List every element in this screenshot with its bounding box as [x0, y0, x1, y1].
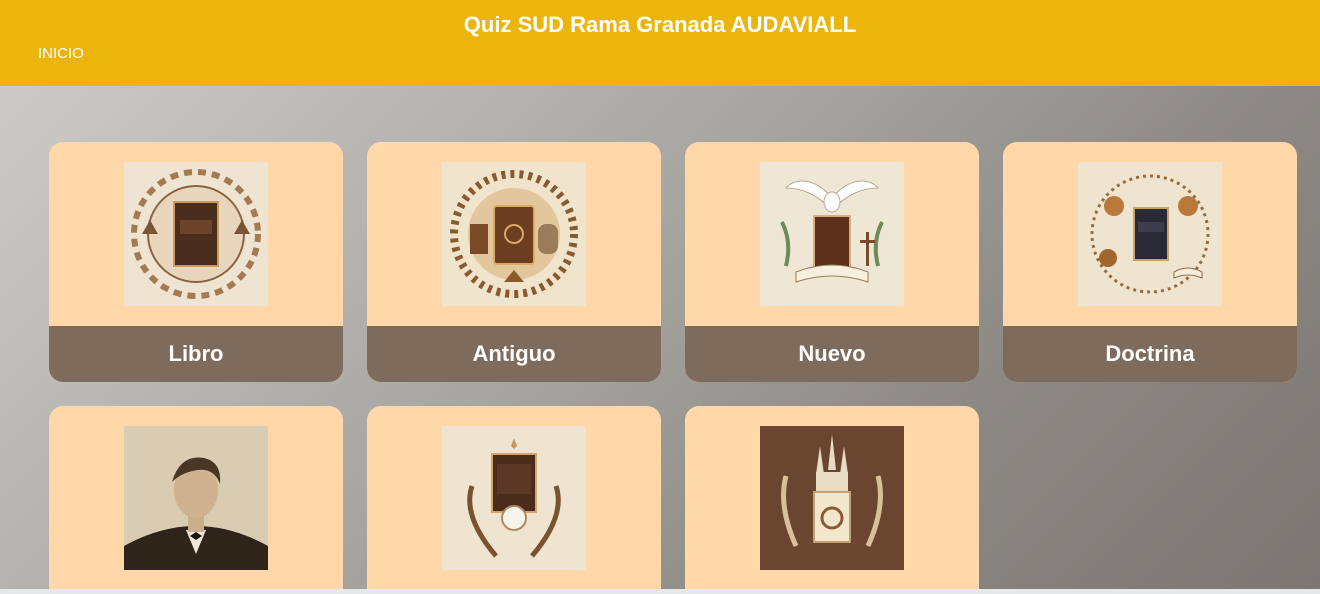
card-label: Antiguo — [472, 341, 556, 366]
card-label: Doctrina — [1105, 341, 1195, 366]
quiz-card-portrait[interactable] — [49, 406, 343, 589]
book-of-mormon-image — [124, 162, 268, 306]
temple-book-image — [760, 426, 904, 570]
quiz-card-pearl[interactable] — [367, 406, 661, 589]
portrait-image — [124, 426, 268, 570]
quiz-card-temple[interactable] — [685, 406, 979, 589]
card-label-bar: Nuevo — [685, 326, 979, 382]
card-label: Libro — [168, 341, 224, 366]
quiz-card-nuevo[interactable]: Nuevo — [685, 142, 979, 382]
quiz-card-antiguo[interactable]: Antiguo — [367, 142, 661, 382]
old-testament-image — [442, 162, 586, 306]
quiz-grid: Libro Antiguo Nuevo Doctrina — [0, 86, 1320, 589]
page-title: Quiz SUD Rama Granada AUDAVIALL — [463, 12, 857, 37]
card-label-bar: Doctrina — [1003, 326, 1297, 382]
quiz-card-doctrina[interactable]: Doctrina — [1003, 142, 1297, 382]
doctrine-covenants-image — [1078, 162, 1222, 306]
card-label-bar: Antiguo — [367, 326, 661, 382]
pearl-great-price-image — [442, 426, 586, 570]
bottom-edge — [0, 589, 1320, 594]
new-testament-image — [760, 162, 904, 306]
quiz-card-libro[interactable]: Libro — [49, 142, 343, 382]
card-label-bar: Libro — [49, 326, 343, 382]
site-header: Quiz SUD Rama Granada AUDAVIALL INICIO — [0, 0, 1320, 86]
card-label: Nuevo — [798, 341, 866, 366]
nav-link-inicio[interactable]: INICIO — [38, 45, 84, 62]
